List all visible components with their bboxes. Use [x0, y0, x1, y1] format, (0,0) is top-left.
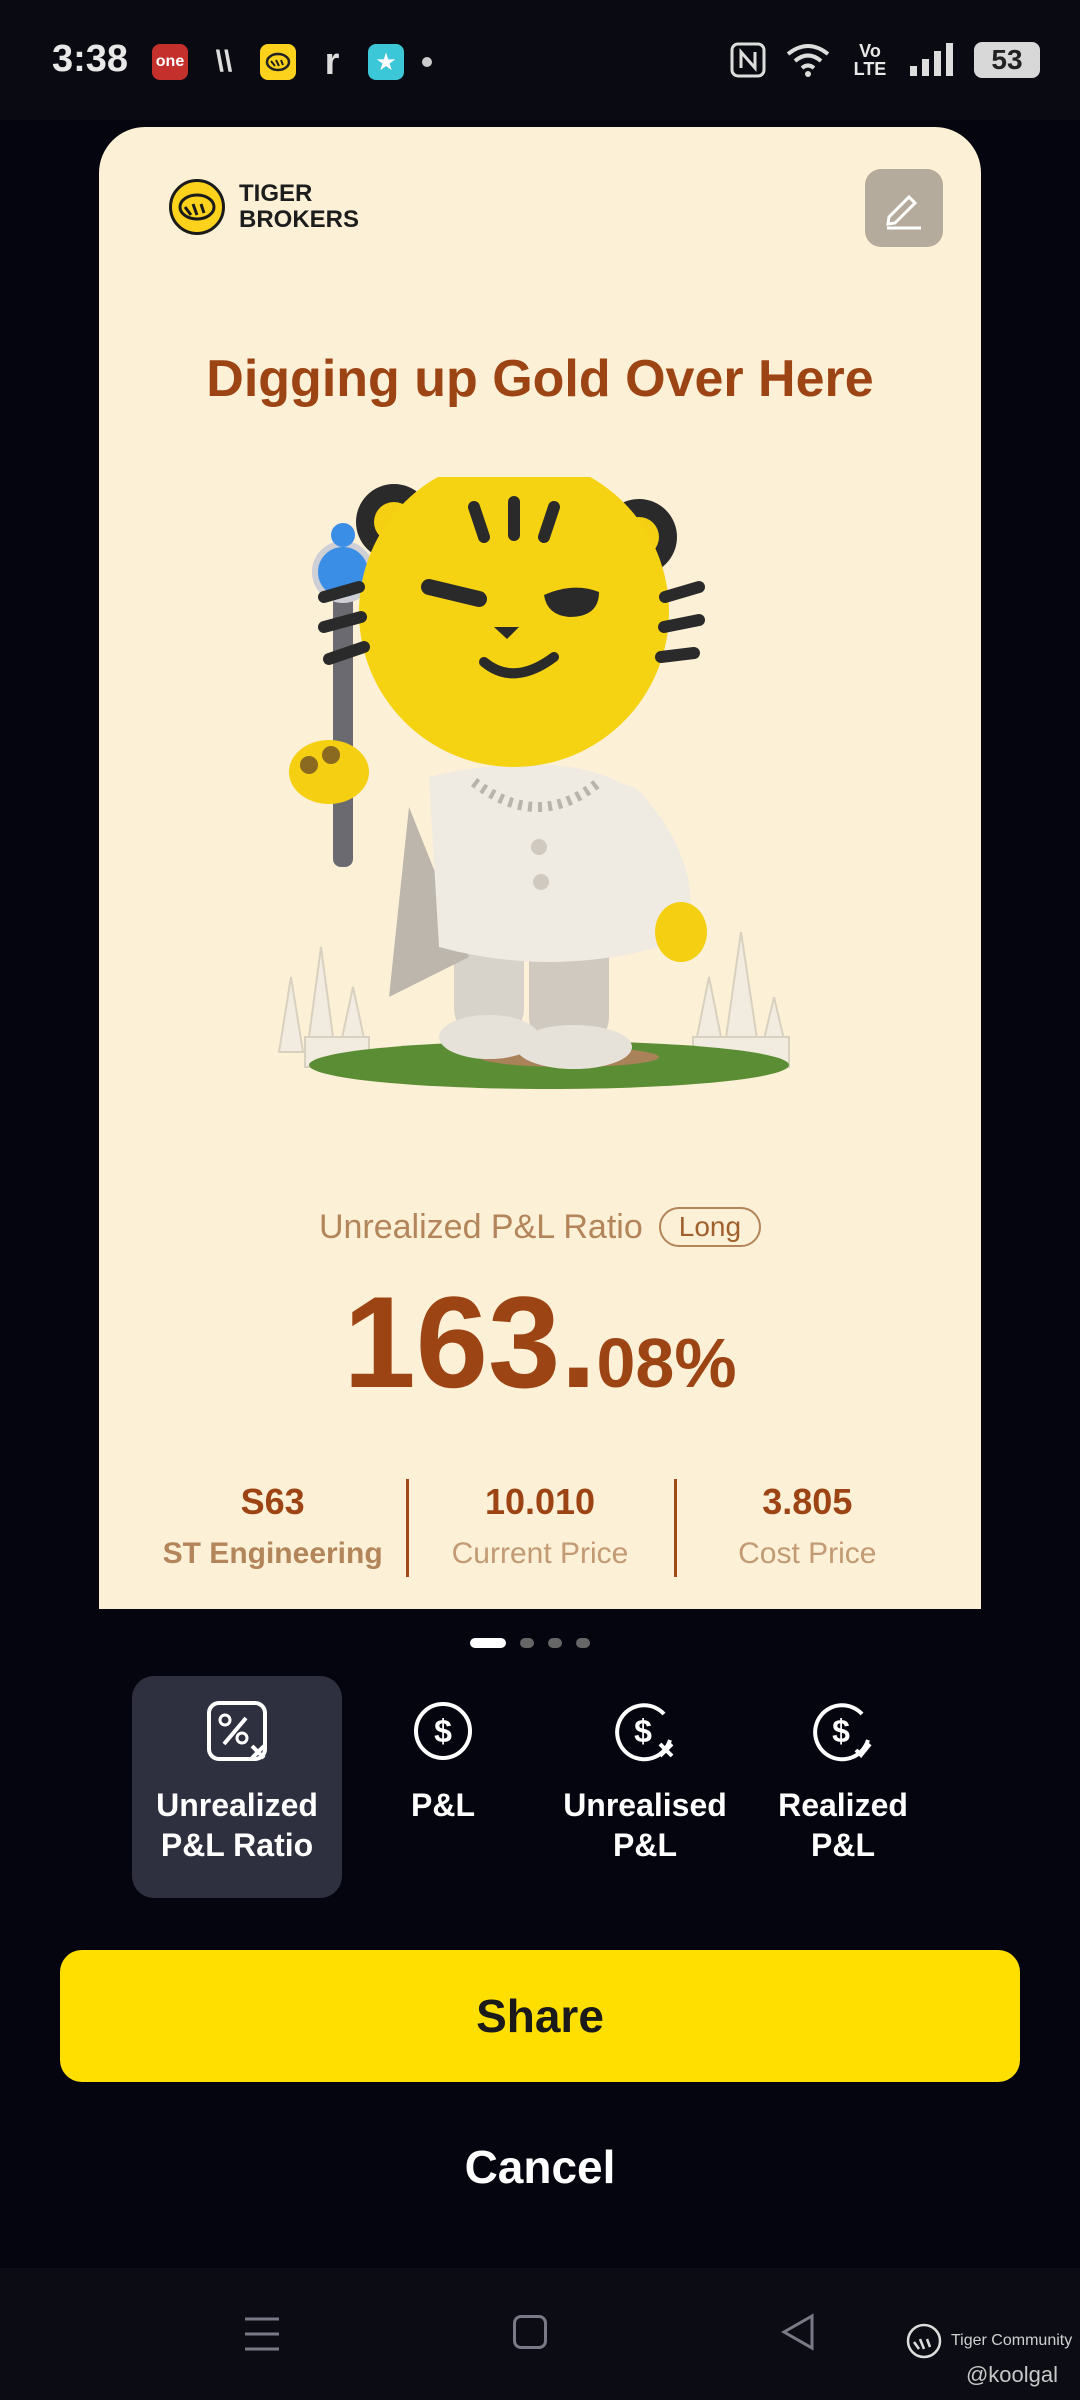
option-pl[interactable]: $ P&L: [338, 1676, 548, 1898]
notification-icons: one \\ r ★: [152, 40, 432, 83]
page-dot-3[interactable]: [548, 1638, 562, 1648]
share-card: TIGER BROKERS Digging up Gold Over Here: [99, 127, 981, 1609]
recent-apps-icon[interactable]: [243, 2314, 281, 2354]
stat-current-price: 10.010 Current Price: [406, 1467, 673, 1577]
share-button[interactable]: Share: [60, 1950, 1020, 2082]
card-headline: Digging up Gold Over Here: [206, 350, 874, 408]
brand-line-2: BROKERS: [239, 206, 360, 233]
option-label: Unrealized P&L Ratio: [156, 1787, 318, 1863]
dollar-icon: $: [414, 1702, 472, 1760]
status-time: 3:38: [52, 38, 129, 80]
more-notifications-dot-icon: [422, 57, 432, 67]
page-indicator: [470, 1638, 590, 1648]
edit-button[interactable]: [865, 169, 943, 247]
svg-text:$: $: [634, 1713, 652, 1749]
edit-pencil-icon: [886, 194, 921, 230]
user-handle: @koolgal: [965, 2362, 1058, 2387]
stat-ticker-label: ST Engineering: [162, 1537, 383, 1570]
page-dot-4[interactable]: [576, 1638, 590, 1648]
svg-text:$: $: [832, 1713, 850, 1749]
stat-current-price-label: Current Price: [451, 1537, 629, 1570]
metric-label-row: Unrealized P&L Ratio Long: [99, 1207, 981, 1247]
stripes-app-icon: \\: [215, 45, 233, 78]
star-app-icon: ★: [368, 44, 404, 80]
option-unrealised-pl[interactable]: $ Unrealised P&L: [540, 1676, 750, 1898]
stat-cost-price: 3.805 Cost Price: [673, 1467, 941, 1577]
option-label: P&L: [411, 1787, 475, 1823]
dollar-check-icon: $: [813, 1703, 872, 1762]
dollar-x-icon: $: [615, 1703, 674, 1762]
tiger-community-logo-icon: [906, 2323, 942, 2359]
pl-ratio-value: 163.08%: [99, 1267, 981, 1417]
brand-name: TIGER BROKERS: [239, 181, 359, 233]
stat-cost-price-value: 3.805: [762, 1481, 853, 1522]
page-dot-1[interactable]: [470, 1638, 506, 1648]
r-app-icon: r: [324, 40, 340, 83]
tiger-mascot-illustration: [277, 477, 790, 1089]
brand-logo: TIGER BROKERS: [169, 179, 359, 235]
stat-ticker: S63 ST Engineering: [139, 1467, 406, 1577]
tiger-app-icon: [260, 44, 296, 80]
stock-stats: S63 ST Engineering 10.010 Current Price …: [139, 1467, 941, 1577]
one-app-icon: one: [152, 44, 188, 80]
status-bar: 3:38 one \\ r ★ Vo LTE 53: [0, 0, 1080, 120]
wifi-icon: [786, 44, 830, 77]
svg-text:$: $: [434, 1713, 452, 1749]
option-label: Realized P&L: [778, 1787, 908, 1863]
back-icon[interactable]: [780, 2312, 816, 2352]
percent-icon: [207, 1701, 267, 1761]
status-right: Vo LTE 53: [730, 42, 1040, 78]
cancel-button[interactable]: Cancel: [0, 2140, 1080, 2194]
nfc-icon: [730, 42, 766, 78]
stat-cost-price-label: Cost Price: [738, 1537, 877, 1570]
stat-ticker-value: S63: [240, 1481, 305, 1522]
pl-ratio-decimal: 08%: [596, 1324, 737, 1402]
stat-current-price-value: 10.010: [484, 1481, 596, 1522]
metric-label: Unrealized P&L Ratio: [318, 1207, 643, 1246]
tiger-community-watermark: Tiger Community: [905, 2322, 1072, 2360]
position-tag: Long: [658, 1207, 762, 1247]
home-icon[interactable]: [513, 2315, 547, 2349]
card-type-options: Unrealized P&L Ratio $ P&L $ Unrealised P&…: [0, 1676, 1080, 1900]
brand-line-1: TIGER: [239, 180, 313, 207]
option-unrealized-pl-ratio[interactable]: Unrealized P&L Ratio: [132, 1676, 342, 1898]
battery-indicator: 53: [974, 42, 1040, 78]
option-label: Unrealised P&L: [563, 1787, 727, 1863]
signal-icon: [910, 43, 953, 76]
tiger-community-label: Tiger Community: [951, 2332, 1073, 2349]
page-dot-2[interactable]: [520, 1638, 534, 1648]
option-realized-pl[interactable]: $ Realized P&L: [738, 1676, 948, 1898]
volte-label: Vo LTE: [853, 41, 887, 79]
pl-ratio-integer: 163.: [343, 1269, 597, 1415]
tiger-logo-icon: [169, 179, 225, 235]
